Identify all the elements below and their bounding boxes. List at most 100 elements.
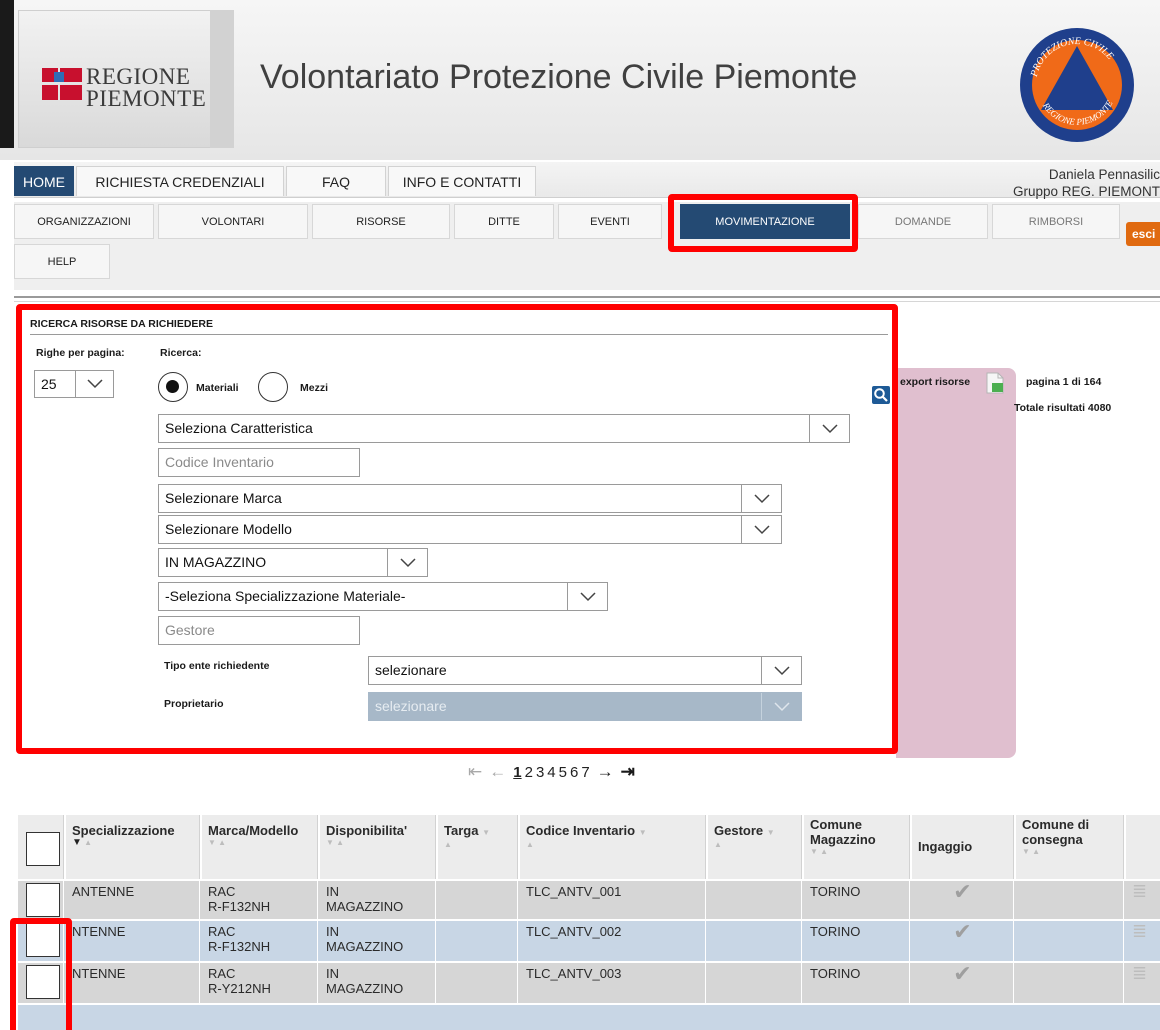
marca-select[interactable]: Selezionare Marca xyxy=(158,484,782,513)
regione-logo-text[interactable]: REGIONE PIEMONTE xyxy=(86,65,206,110)
row-checkbox[interactable] xyxy=(26,883,60,917)
cell-comune-magazzino: TORINO xyxy=(804,881,910,919)
subnav-ditte[interactable]: DITTE xyxy=(454,204,554,239)
radio-materiali[interactable] xyxy=(158,372,188,402)
marca-text: RAC xyxy=(208,924,236,939)
table-row[interactable]: NTENNE RAC R-F132NH IN MAGAZZINO TLC_ANTV_… xyxy=(18,921,1160,961)
page-link[interactable]: 2 xyxy=(525,764,533,781)
specializzazione-select[interactable]: -Seleziona Specializzazione Materiale- xyxy=(158,582,608,611)
details-icon[interactable]: ≣ xyxy=(1126,963,1160,1003)
logout-button[interactable]: esci xyxy=(1126,222,1160,246)
next-page-icon[interactable]: → xyxy=(597,762,614,782)
export-excel-icon[interactable] xyxy=(986,372,1004,394)
radio-mezzi-label: Mezzi xyxy=(300,382,329,394)
sort-arrows-icon[interactable]: ▲ xyxy=(444,840,511,850)
header-label: Specializzazione xyxy=(72,823,175,838)
codice-inventario-input[interactable]: Codice Inventario xyxy=(158,448,360,477)
disp-line-1: IN xyxy=(326,884,339,899)
subnav-rimborsi[interactable]: RIMBORSI xyxy=(992,204,1120,239)
cell-gestore xyxy=(708,963,802,1003)
stato-select[interactable]: IN MAGAZZINO xyxy=(158,548,428,577)
protezione-civile-emblem-icon: PROTEZIONE CIVILE REGIONE PIEMONTE xyxy=(1020,28,1134,142)
header-actions xyxy=(1126,815,1160,879)
sort-arrows-icon[interactable]: ▲ xyxy=(526,840,699,850)
cell-disponibilita: IN MAGAZZINO xyxy=(320,921,436,961)
user-group: Gruppo REG. PIEMONT xyxy=(1012,184,1160,199)
pagination: ⇤ ← 1 2 3 4 5 6 7 → ⇥ xyxy=(468,762,635,782)
prev-page-icon[interactable]: ← xyxy=(489,762,506,782)
details-icon[interactable]: ≣ xyxy=(1126,881,1160,919)
cell-comune-consegna xyxy=(1016,963,1124,1003)
search-title-underline xyxy=(30,334,888,335)
sort-arrows-icon[interactable]: ▲ xyxy=(714,840,795,850)
checkmark-icon[interactable]: ✔ xyxy=(912,963,1014,1003)
chevron-down-icon xyxy=(387,549,427,576)
subnav-movimentazione[interactable]: MOVIMENTAZIONE xyxy=(680,204,850,239)
top-navigation: HOME RICHIESTA CREDENZIALI FAQ INFO E CO… xyxy=(14,162,1160,199)
modello-select[interactable]: Selezionare Modello xyxy=(158,515,782,544)
resources-table: Specializzazione ▼ ▲ Marca/Modello ▼ ▲ D… xyxy=(18,815,1160,1030)
header-gestore[interactable]: Gestore ▼ ▲ xyxy=(708,815,802,879)
rows-per-page-select[interactable]: 25 xyxy=(34,370,114,398)
page-link[interactable]: 4 xyxy=(547,764,555,781)
table-row[interactable]: ANTENNE RAC R-F132NH IN MAGAZZINO TLC_ANTV… xyxy=(18,881,1160,919)
nav-info-contatti[interactable]: INFO E CONTATTI xyxy=(388,166,536,196)
header-targa[interactable]: Targa ▼ ▲ xyxy=(438,815,518,879)
cell-codice-inventario: TLC_ANTV_003 xyxy=(520,963,706,1003)
page-link[interactable]: 7 xyxy=(581,764,589,781)
first-page-icon[interactable]: ⇤ xyxy=(468,762,482,782)
subnav-help[interactable]: HELP xyxy=(14,244,110,279)
subnav-eventi[interactable]: EVENTI xyxy=(558,204,662,239)
nav-home[interactable]: HOME xyxy=(14,166,74,196)
radio-mezzi[interactable] xyxy=(258,372,288,402)
subnav-volontari[interactable]: VOLONTARI xyxy=(158,204,308,239)
nav-faq[interactable]: FAQ xyxy=(286,166,386,196)
nav-richiesta-credenziali[interactable]: RICHIESTA CREDENZIALI xyxy=(76,166,284,196)
caratteristica-select[interactable]: Seleziona Caratteristica xyxy=(158,414,850,443)
cell-comune-consegna xyxy=(1016,881,1124,919)
header-comune-magazzino[interactable]: Comune Magazzino ▼ ▲ xyxy=(804,815,910,879)
row-checkbox[interactable] xyxy=(26,923,60,957)
cell-specializzazione: NTENNE xyxy=(66,921,200,961)
total-results: Totale risultati 4080 xyxy=(1014,402,1112,414)
row-select-cell xyxy=(18,921,64,961)
page-link[interactable]: 5 xyxy=(559,764,567,781)
last-page-icon[interactable]: ⇥ xyxy=(621,762,635,782)
checkmark-icon[interactable]: ✔ xyxy=(912,881,1014,919)
tipo-ente-select[interactable]: selezionare xyxy=(368,656,802,685)
header-marca-modello[interactable]: Marca/Modello ▼ ▲ xyxy=(202,815,318,879)
header-ingaggio[interactable]: Ingaggio xyxy=(912,815,1014,879)
details-icon[interactable]: ≣ xyxy=(1126,921,1160,961)
disp-line-2: MAGAZZINO xyxy=(326,939,404,954)
select-all-checkbox[interactable] xyxy=(26,832,60,866)
page-link[interactable]: 3 xyxy=(536,764,544,781)
header-dark-strip xyxy=(0,0,14,148)
subnav-organizzazioni[interactable]: ORGANIZZAZIONI xyxy=(14,204,154,239)
gestore-input[interactable]: Gestore xyxy=(158,616,360,645)
subnav-domande[interactable]: DOMANDE xyxy=(858,204,988,239)
site-header: REGIONE PIEMONTE Volontariato Protezione… xyxy=(0,0,1160,160)
header-disponibilita[interactable]: Disponibilita' ▼ ▲ xyxy=(320,815,436,879)
header-specializzazione[interactable]: Specializzazione ▼ ▲ xyxy=(66,815,200,879)
header-label: Marca/Modello xyxy=(208,823,299,838)
sort-arrows-icon[interactable]: ▼ ▲ xyxy=(810,847,903,857)
subnav-risorse[interactable]: RISORSE xyxy=(312,204,450,239)
table-row[interactable] xyxy=(18,1005,1160,1030)
page-current[interactable]: 1 xyxy=(513,764,521,781)
row-checkbox[interactable] xyxy=(26,965,60,999)
sort-arrows-icon[interactable]: ▼ ▲ xyxy=(72,838,193,848)
header-select-cell xyxy=(18,815,64,879)
radio-materiali-label: Materiali xyxy=(196,382,239,394)
checkmark-icon[interactable]: ✔ xyxy=(912,921,1014,961)
page-link[interactable]: 6 xyxy=(570,764,578,781)
disp-line-1: IN xyxy=(326,924,339,939)
search-button[interactable] xyxy=(872,386,890,404)
specializzazione-value: -Seleziona Specializzazione Materiale- xyxy=(165,588,406,604)
table-row[interactable]: NTENNE RAC R-Y212NH IN MAGAZZINO TLC_ANTV_… xyxy=(18,963,1160,1003)
header-codice-inventario[interactable]: Codice Inventario ▼ ▲ xyxy=(520,815,706,879)
sort-arrows-icon[interactable]: ▼ ▲ xyxy=(326,838,429,848)
sort-arrows-icon[interactable]: ▼ ▲ xyxy=(208,838,311,848)
sort-arrows-icon[interactable]: ▼ ▲ xyxy=(1022,847,1117,857)
header-comune-consegna[interactable]: Comune di consegna ▼ ▲ xyxy=(1016,815,1124,879)
export-risorse-link[interactable]: export risorse xyxy=(900,376,970,388)
